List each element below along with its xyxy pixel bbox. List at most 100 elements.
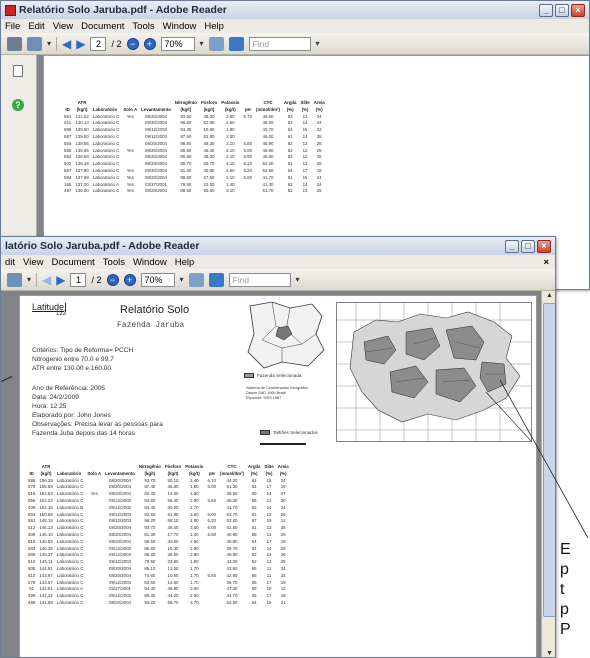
table-cell: 67 <box>251 518 257 524</box>
table-cell: 153.63 <box>39 491 53 497</box>
menu-window[interactable]: Window <box>163 21 197 32</box>
close-button[interactable]: × <box>571 3 585 17</box>
zoom-level-select[interactable]: 70% <box>160 36 195 51</box>
table-cell: Laboratório C <box>56 518 84 524</box>
table-cell <box>85 600 103 607</box>
table-cell: 24 <box>316 113 322 119</box>
pages-icon[interactable] <box>13 65 23 77</box>
find-input[interactable]: Find <box>248 36 311 51</box>
zoom-level-select[interactable]: 70% <box>140 272 175 287</box>
previous-page-icon[interactable]: ◀ <box>42 274 51 286</box>
chevron-down-icon[interactable]: ▾ <box>27 275 31 284</box>
find-dropdown-icon[interactable]: ▾ <box>296 275 300 284</box>
page-number-input[interactable]: 2 <box>90 36 107 51</box>
menu-help[interactable]: Help <box>204 21 224 32</box>
share-icon[interactable] <box>27 36 42 51</box>
table-cell: 93.70 <box>144 525 156 531</box>
next-page-icon[interactable]: ▶ <box>76 38 85 50</box>
zoom-in-icon[interactable]: + <box>123 273 136 286</box>
table-cell <box>85 586 103 593</box>
table-cell: 6.00 <box>207 525 217 531</box>
table-cell: 64 <box>251 538 257 544</box>
table-cell: 92.40 <box>144 491 156 497</box>
menu-window[interactable]: Window <box>133 257 167 268</box>
minimize-button[interactable]: _ <box>539 3 553 17</box>
table-cell: 1.70 <box>190 565 199 571</box>
table-cell: 153.22 <box>39 497 53 503</box>
legend-plots-label: Talhões Selecionados <box>273 430 318 435</box>
table-cell: Laboratório C <box>56 572 84 578</box>
menu-help[interactable]: Help <box>175 257 195 268</box>
scroll-down-icon[interactable]: ▼ <box>542 649 555 657</box>
find-input[interactable]: Find <box>228 272 291 287</box>
page-number-input[interactable]: 1 <box>70 272 87 287</box>
menu-edit[interactable]: dit <box>5 257 15 268</box>
zoom-dropdown-icon[interactable]: ▾ <box>180 275 184 284</box>
table-cell: 502 <box>64 161 72 167</box>
fit-width-icon[interactable] <box>208 272 224 287</box>
chevron-down-icon[interactable]: ▾ <box>47 39 51 48</box>
print-icon[interactable] <box>7 36 22 51</box>
scroll-up-icon[interactable]: ▲ <box>542 291 555 301</box>
fit-width-icon[interactable] <box>228 36 244 51</box>
find-dropdown-icon[interactable]: ▾ <box>316 39 320 48</box>
menu-file[interactable]: File <box>5 21 20 32</box>
table-cell: 137.90 <box>75 167 89 173</box>
menu-document[interactable]: Document <box>51 257 94 268</box>
table-cell: 40.90 <box>226 531 238 537</box>
column-header: Laboratório <box>56 470 82 476</box>
table-cell <box>206 546 219 553</box>
zoom-in-icon[interactable]: + <box>143 37 156 50</box>
menu-document[interactable]: Document <box>81 21 124 32</box>
menu-view[interactable]: View <box>53 21 73 32</box>
table-cell: 1.50 <box>190 491 199 497</box>
table-cell: 24 <box>280 477 286 483</box>
table-cell: 146.10 <box>39 531 53 537</box>
table-cell: 52.20 <box>262 161 274 167</box>
table-cell: 56.40 <box>167 497 179 503</box>
report-subtitle: Fazenda Jaruba <box>117 321 185 330</box>
table-cell: Laboratório C <box>56 579 84 585</box>
table-cell: 611 <box>64 120 72 126</box>
menu-tools[interactable]: Tools <box>132 21 154 32</box>
close-button[interactable]: × <box>537 239 551 253</box>
table-cell: 165 <box>64 181 72 187</box>
table-cell: 62 <box>287 147 293 153</box>
table-cell: 92.50 <box>144 511 156 517</box>
table-cell: 69 <box>251 586 257 592</box>
maximize-button[interactable]: □ <box>521 239 535 253</box>
table-cell: 36.50 <box>226 491 238 497</box>
table-cell: 409 <box>28 504 36 510</box>
table-cell: 581 <box>28 518 36 524</box>
table-row: 91 142.61 Laboratório A 03/27/2001 94.40 46.8… <box>26 586 291 593</box>
menu-edit[interactable]: Edit <box>28 21 44 32</box>
help-icon[interactable]: ? <box>12 99 24 111</box>
menu-tools[interactable]: Tools <box>103 257 125 268</box>
table-cell: Laboratório C <box>56 593 84 599</box>
front-document-view[interactable]: Latitude 123 Relatório Solo Fazenda Jaru… <box>1 291 541 657</box>
table-cell: Laboratório C <box>56 477 84 483</box>
table-cell: 26 <box>316 147 322 153</box>
table-cell: 585 <box>28 552 36 558</box>
close-document-icon[interactable]: × <box>543 257 555 268</box>
fit-page-icon[interactable] <box>188 272 204 287</box>
minimize-button[interactable]: _ <box>505 239 519 253</box>
table-cell: 1.90 <box>190 545 199 551</box>
zoom-dropdown-icon[interactable]: ▾ <box>200 39 204 48</box>
next-page-icon[interactable]: ▶ <box>56 274 65 286</box>
table-cell: 85.80 <box>144 552 156 558</box>
maximize-button[interactable]: □ <box>555 3 569 17</box>
table-cell: 15.30 <box>167 545 179 551</box>
table-cell: 08/20/2004 <box>145 161 167 167</box>
zoom-out-icon[interactable]: − <box>106 273 119 286</box>
fit-page-icon[interactable] <box>208 36 224 51</box>
menu-view[interactable]: View <box>23 257 43 268</box>
table-cell: 84.30 <box>180 127 192 133</box>
previous-page-icon[interactable]: ◀ <box>62 38 71 50</box>
table-cell: 4.80 <box>190 518 199 524</box>
table-cell: 30 <box>280 497 286 503</box>
zoom-out-icon[interactable]: − <box>126 37 139 50</box>
column-header: ATR (kg/t) <box>76 100 88 112</box>
share-icon[interactable] <box>7 272 22 287</box>
column-header: Argila (%) <box>247 464 261 476</box>
